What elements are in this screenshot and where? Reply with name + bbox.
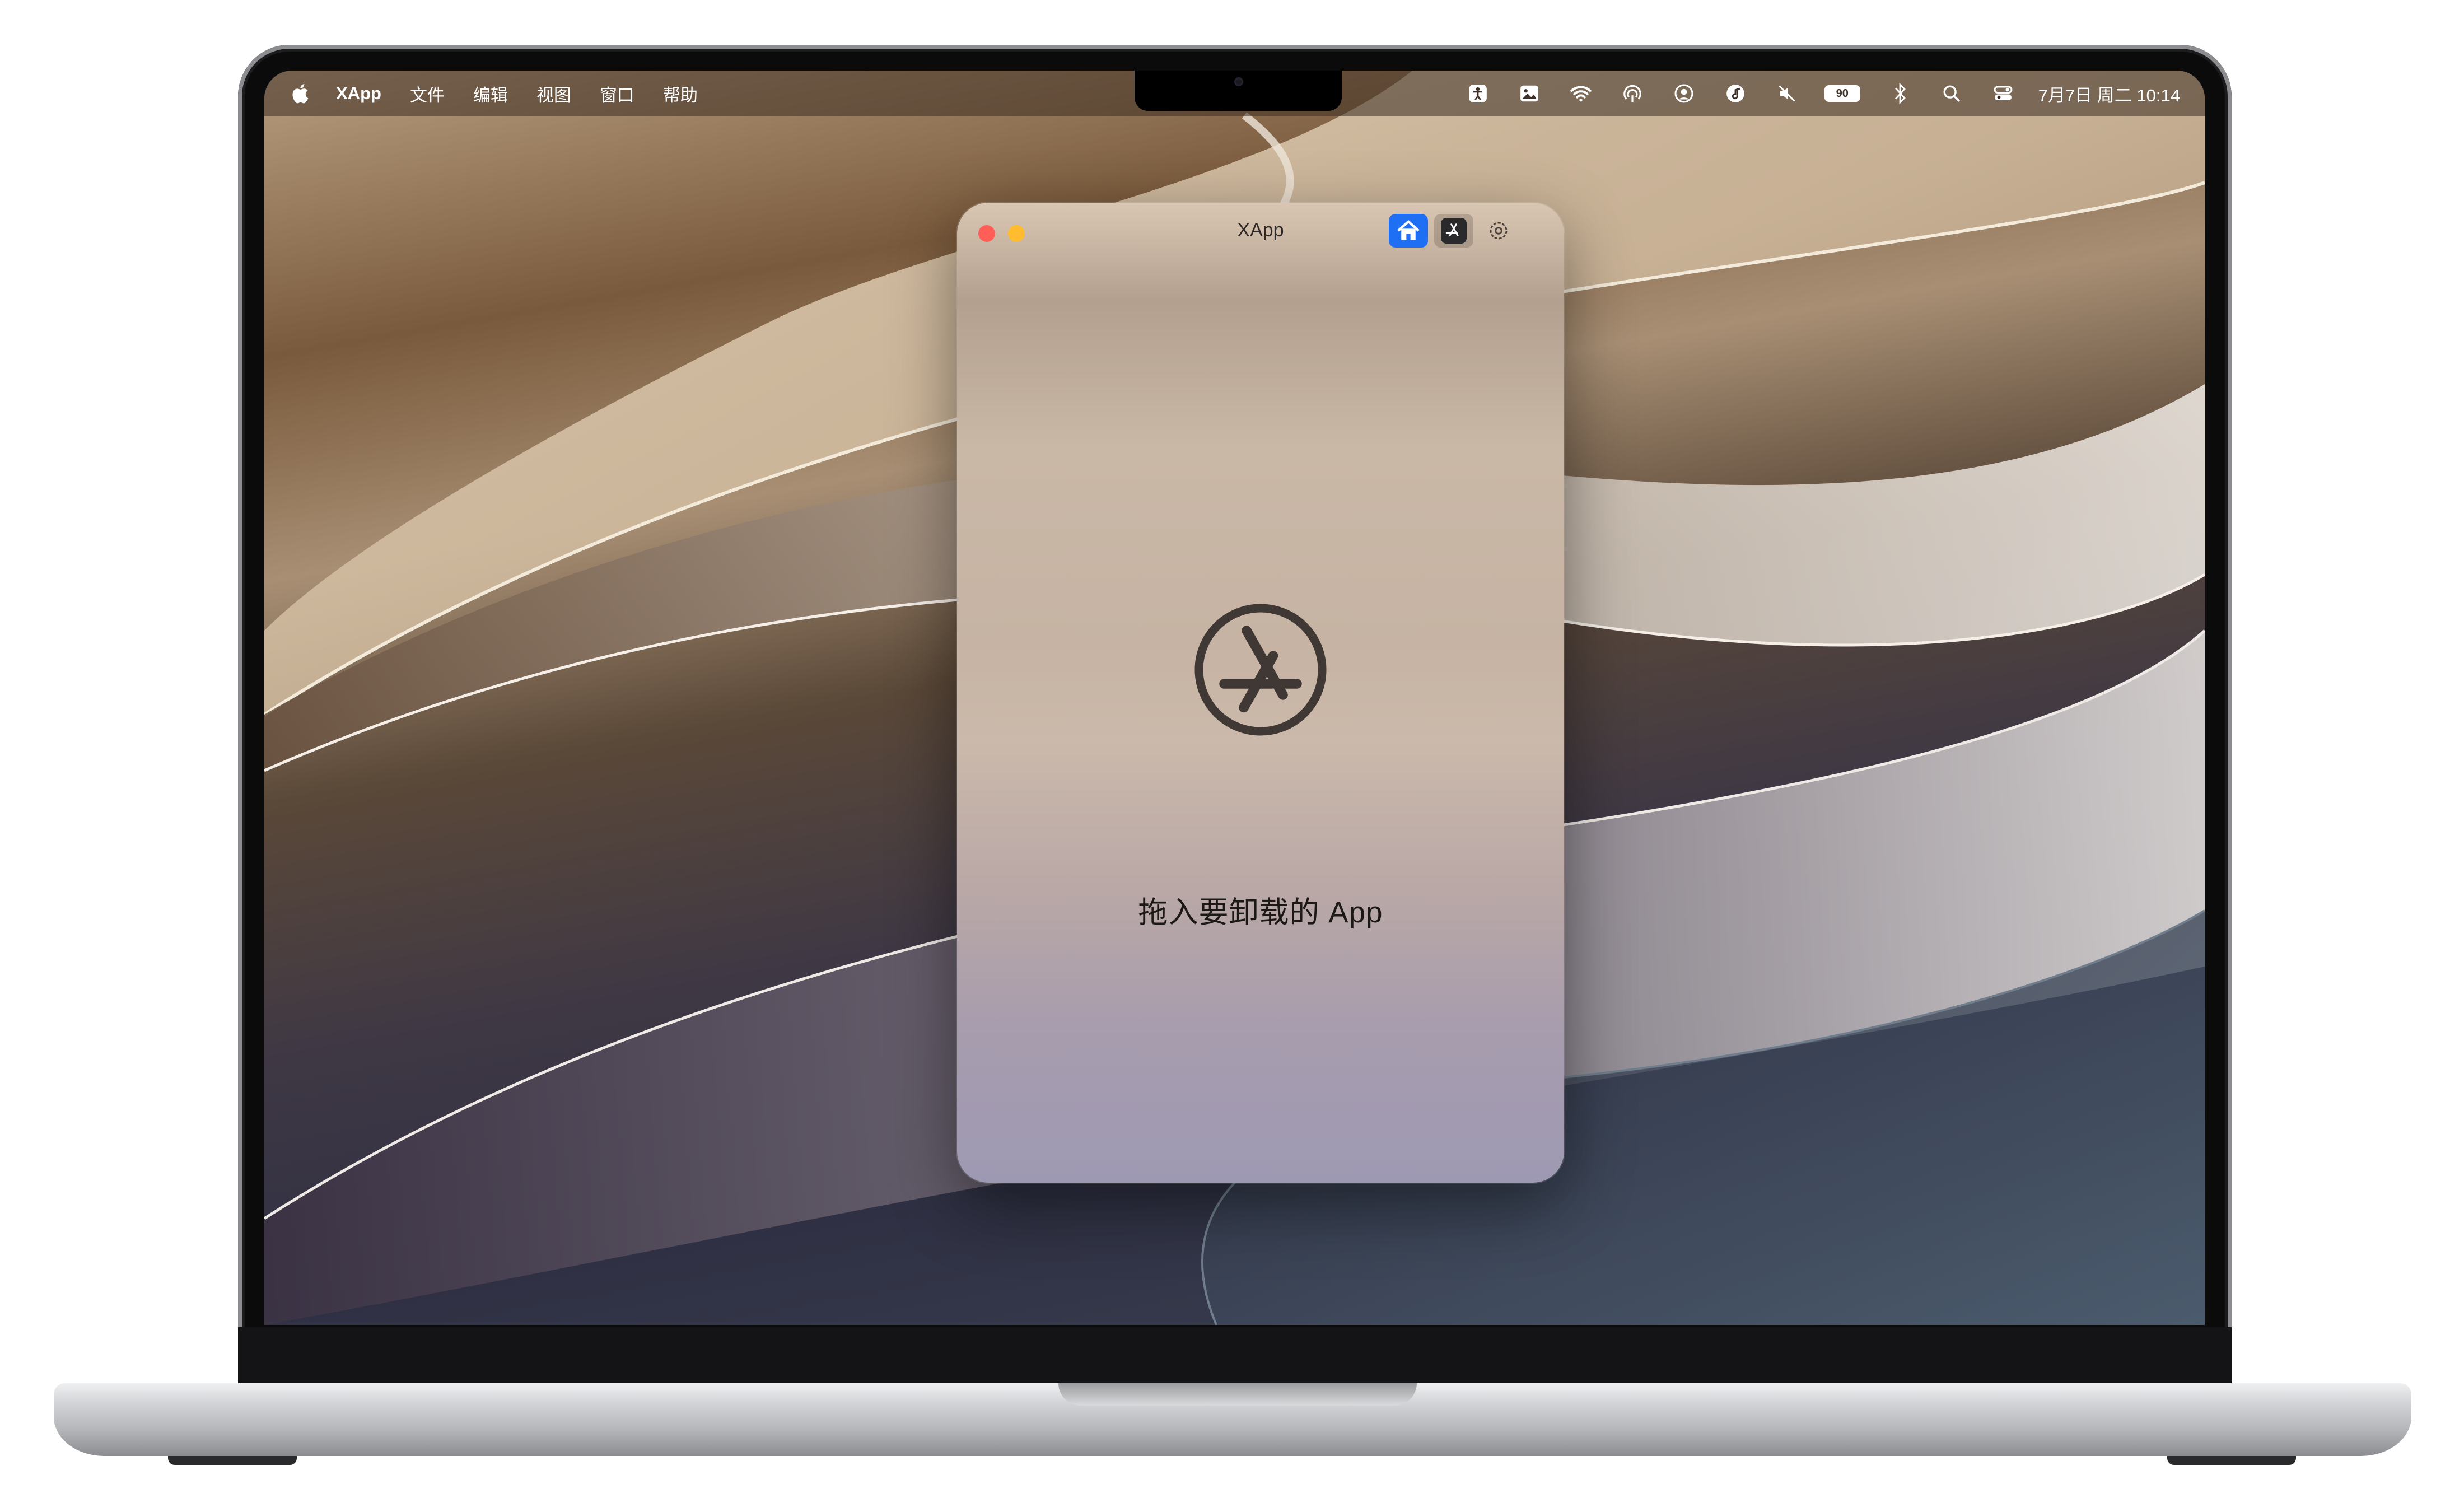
app-store-tab-button[interactable] — [1434, 214, 1473, 248]
laptop-foot-right — [2167, 1456, 2296, 1465]
user-icon[interactable] — [1672, 82, 1696, 105]
airdrop-icon[interactable] — [1621, 82, 1644, 105]
accessibility-icon[interactable] — [1466, 82, 1490, 105]
control-center-icon[interactable] — [1991, 82, 2015, 105]
music-icon[interactable] — [1724, 82, 1747, 105]
laptop-opening-notch — [1058, 1383, 1417, 1406]
menu-bar-right: 90 7月7日 周二 10:14 — [1438, 71, 2180, 116]
menu-bar-left: XApp 文件 编辑 视图 窗口 帮助 — [290, 71, 726, 116]
drop-zone-label: 拖入要卸载的 App — [1138, 896, 1383, 929]
menu-file[interactable]: 文件 — [410, 81, 445, 106]
window-titlebar[interactable]: XApp — [957, 203, 1564, 259]
camera-notch — [1135, 71, 1342, 111]
apple-icon[interactable] — [290, 82, 310, 105]
laptop-foot-left — [168, 1456, 297, 1465]
bluetooth-icon[interactable] — [1888, 82, 1912, 105]
desktop-screen: XApp 文件 编辑 视图 窗口 帮助 90 7月7日 周二 10:14 XAp… — [264, 71, 2205, 1325]
menu-bar: XApp 文件 编辑 视图 窗口 帮助 90 7月7日 周二 10:14 — [264, 71, 2205, 116]
gear-icon — [1490, 222, 1508, 240]
camera-icon — [1234, 77, 1243, 86]
app-store-icon — [1445, 223, 1459, 236]
laptop-lid: XApp 文件 编辑 视图 窗口 帮助 90 7月7日 周二 10:14 XAp… — [238, 45, 2232, 1394]
menu-app-name[interactable]: XApp — [336, 83, 381, 104]
home-icon — [1397, 220, 1420, 240]
menu-edit[interactable]: 编辑 — [473, 81, 508, 106]
menu-help[interactable]: 帮助 — [663, 81, 698, 106]
app-store-icon — [1194, 604, 1327, 736]
mute-icon[interactable] — [1775, 82, 1799, 105]
settings-tab-button[interactable] — [1479, 214, 1518, 248]
image-icon[interactable] — [1518, 82, 1541, 105]
search-icon[interactable] — [1940, 82, 1963, 105]
menu-window[interactable]: 窗口 — [600, 81, 634, 106]
battery-indicator[interactable]: 90 — [1824, 85, 1860, 102]
menu-view[interactable]: 视图 — [536, 81, 571, 106]
menu-clock[interactable]: 7月7日 周二 10:14 — [2038, 81, 2180, 106]
home-tab-button[interactable] — [1389, 214, 1428, 248]
wifi-icon[interactable] — [1569, 82, 1593, 105]
xapp-window: XApp 拖入要卸载的 App — [957, 203, 1564, 1183]
